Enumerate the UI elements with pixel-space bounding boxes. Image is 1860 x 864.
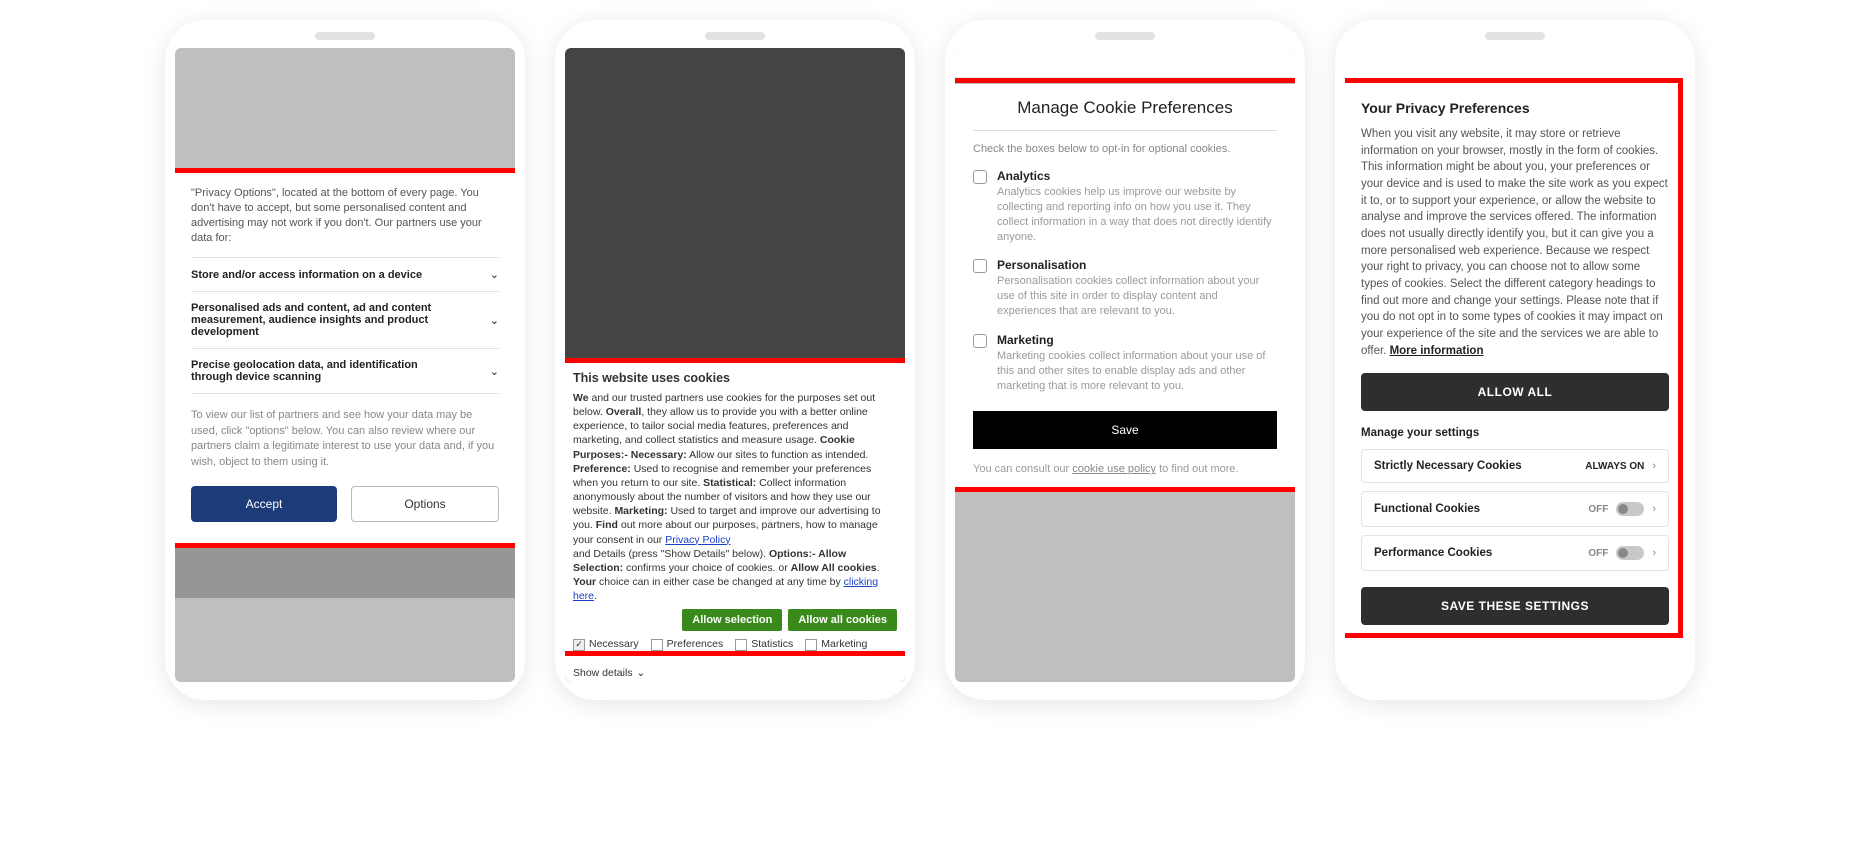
phone-screen-3: Manage Cookie Preferences Check the boxe… xyxy=(955,48,1295,682)
phone-mockup-2: This website uses cookies We and our tru… xyxy=(555,20,915,700)
speaker-icon xyxy=(1485,32,1545,40)
phone-screen-4: Your Privacy Preferences When you visit … xyxy=(1345,48,1685,682)
phone-screen-1: "Privacy Options", located at the bottom… xyxy=(175,48,515,682)
speaker-icon xyxy=(705,32,765,40)
show-details-button[interactable]: Show details⌄ xyxy=(573,666,645,680)
phone-mockup-3: Manage Cookie Preferences Check the boxe… xyxy=(945,20,1305,700)
speaker-icon xyxy=(315,32,375,40)
highlight-rectangle xyxy=(1345,78,1683,638)
highlight-rectangle xyxy=(565,358,905,656)
highlight-rectangle xyxy=(175,168,515,548)
phone-mockup-4: Your Privacy Preferences When you visit … xyxy=(1335,20,1695,700)
speaker-icon xyxy=(1095,32,1155,40)
highlight-rectangle xyxy=(955,78,1295,492)
phone-mockup-1: "Privacy Options", located at the bottom… xyxy=(165,20,525,700)
chevron-down-icon: ⌄ xyxy=(637,666,646,680)
phone-screen-2: This website uses cookies We and our tru… xyxy=(565,48,905,682)
top-bar xyxy=(955,48,1295,78)
